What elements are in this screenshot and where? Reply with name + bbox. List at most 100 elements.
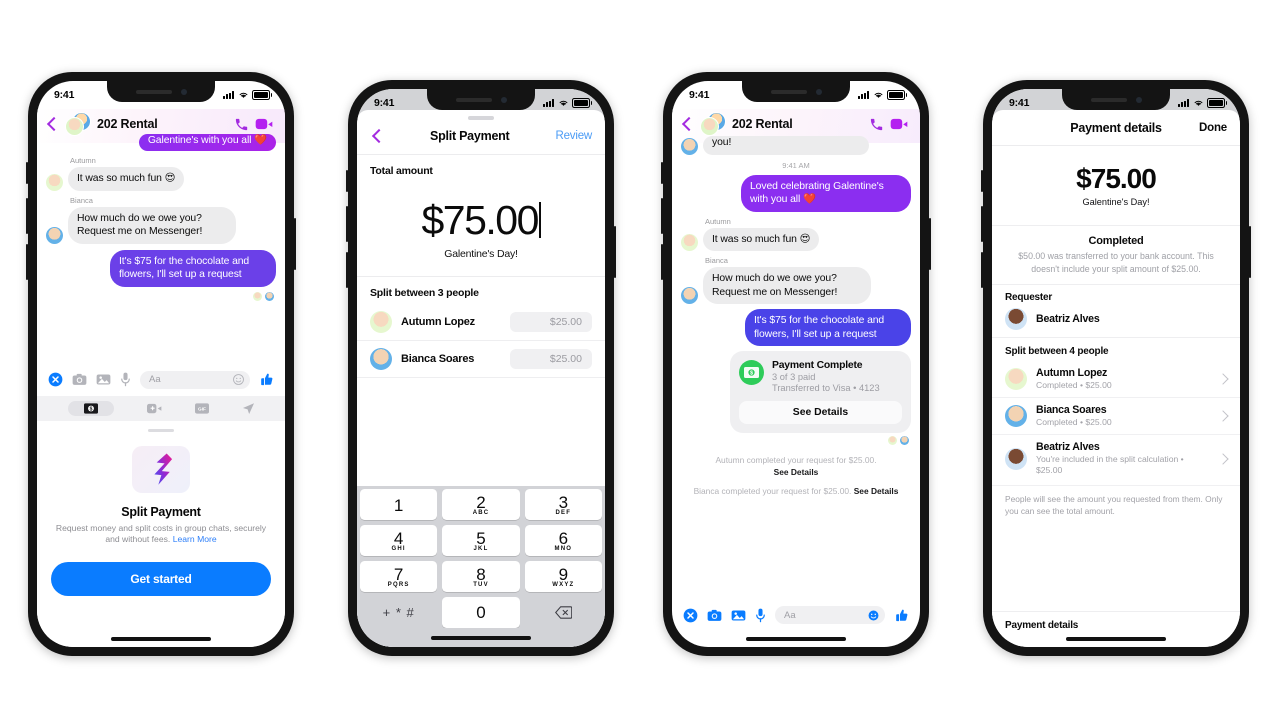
bottom-label: Payment details bbox=[1005, 620, 1079, 631]
chat-title: 202 Rental bbox=[732, 117, 793, 131]
split-person-row[interactable]: Autumn Lopez $25.00 bbox=[357, 304, 605, 341]
close-icon[interactable] bbox=[48, 372, 63, 387]
microphone-icon[interactable] bbox=[120, 372, 131, 387]
message-input[interactable]: Aa bbox=[775, 606, 885, 624]
status-time: 9:41 bbox=[689, 89, 710, 101]
split-person-row[interactable]: Beatriz Alves You're included in the spl… bbox=[992, 434, 1240, 482]
requester-label: Requester bbox=[1005, 292, 1053, 303]
chevron-right-icon[interactable] bbox=[1217, 410, 1229, 422]
split-person-row[interactable]: Bianca Soares Completed • $25.00 bbox=[992, 397, 1240, 434]
close-icon[interactable] bbox=[683, 608, 698, 623]
review-button[interactable]: Review bbox=[555, 130, 592, 142]
camera-icon[interactable] bbox=[72, 373, 87, 386]
key-5[interactable]: 5 JKL bbox=[442, 525, 520, 556]
split-person-row[interactable]: Bianca Soares $25.00 bbox=[357, 341, 605, 378]
requester-header: Requester bbox=[992, 284, 1240, 305]
phone-4-screen: 9:41 Payment details Done $75.00 Galenti… bbox=[992, 89, 1240, 647]
key-2[interactable]: 2 ABC bbox=[442, 489, 520, 520]
message-text: It was so much fun 😍 bbox=[703, 227, 820, 251]
amount-display[interactable]: $75.00 Galentine's Day! bbox=[357, 177, 605, 277]
notch bbox=[742, 81, 850, 102]
microphone-icon[interactable] bbox=[755, 608, 766, 623]
bottom-section: Payment details bbox=[992, 611, 1240, 631]
key-9[interactable]: 9 WXYZ bbox=[524, 561, 602, 592]
gallery-icon[interactable] bbox=[96, 373, 111, 386]
phone-4-frame: 9:41 Payment details Done $75.00 Galenti… bbox=[981, 80, 1251, 656]
chevron-right-icon[interactable] bbox=[1217, 373, 1229, 385]
done-button[interactable]: Done bbox=[1199, 122, 1227, 134]
video-camera-icon[interactable] bbox=[890, 117, 909, 131]
thumbs-up-icon[interactable] bbox=[894, 608, 909, 623]
location-icon[interactable] bbox=[242, 402, 255, 415]
key-letters: ABC bbox=[472, 509, 490, 516]
person-status: Completed • $25.00 bbox=[1036, 417, 1112, 427]
key-8[interactable]: 8 TUV bbox=[442, 561, 520, 592]
person-amount[interactable]: $25.00 bbox=[510, 348, 592, 369]
composer-bar: Aa bbox=[37, 364, 285, 396]
status-badge: Completed bbox=[1088, 235, 1144, 247]
emoji-icon[interactable] bbox=[233, 374, 244, 385]
key-3[interactable]: 3 DEF bbox=[524, 489, 602, 520]
video-camera-icon[interactable] bbox=[255, 117, 274, 131]
see-details-link[interactable]: See Details bbox=[854, 486, 899, 496]
message-input[interactable]: Aa bbox=[140, 370, 250, 389]
key-0[interactable]: 0 bbox=[442, 597, 520, 628]
tab-payments[interactable]: $ bbox=[67, 400, 114, 416]
avatar bbox=[46, 173, 63, 191]
gif-icon[interactable]: GIF bbox=[194, 402, 209, 414]
key-digit: 0 bbox=[476, 603, 486, 622]
group-avatar[interactable] bbox=[65, 112, 91, 136]
split-footer-note: People will see the amount you requested… bbox=[992, 485, 1240, 517]
payment-complete-card[interactable]: $ Payment Complete 3 of 3 paid Transferr… bbox=[730, 351, 911, 433]
memo-text[interactable]: Galentine's Day! bbox=[357, 248, 605, 260]
notch bbox=[107, 81, 215, 102]
key-backspace[interactable] bbox=[525, 597, 602, 628]
see-details-link[interactable]: See Details bbox=[774, 467, 819, 477]
key-symbols[interactable]: + * # bbox=[360, 597, 437, 628]
key-digit: 2 bbox=[476, 492, 486, 512]
battery-icon bbox=[887, 90, 907, 100]
key-6[interactable]: 6 MNO bbox=[524, 525, 602, 556]
requester-name: Beatriz Alves bbox=[1036, 313, 1100, 325]
video-add-icon[interactable] bbox=[146, 403, 162, 414]
phone-call-icon[interactable] bbox=[234, 117, 249, 132]
system-log-text: Bianca completed your request for $25.00… bbox=[693, 486, 852, 496]
phone-1-frame: 9:41 202 Rental Galentine's with you all… bbox=[26, 72, 296, 656]
see-details-button[interactable]: See Details bbox=[739, 401, 902, 424]
key-letters: JKL bbox=[473, 545, 489, 552]
page-title: Split Payment bbox=[430, 128, 510, 143]
split-person-row[interactable]: Autumn Lopez Completed • $25.00 bbox=[992, 361, 1240, 397]
system-log-message: Bianca completed your request for $25.00… bbox=[681, 485, 911, 497]
key-1[interactable]: 1 bbox=[360, 489, 438, 520]
gallery-icon[interactable] bbox=[731, 609, 746, 622]
back-chevron-icon[interactable] bbox=[45, 117, 59, 131]
key-7[interactable]: 7 PQRS bbox=[360, 561, 438, 592]
sheet-grabber[interactable] bbox=[148, 428, 174, 432]
message-thread[interactable]: you! 9:41 AM Loved celebrating Galentine… bbox=[672, 136, 920, 599]
numeric-keypad[interactable]: 1 2 ABC 3 DEF 4 GHI 5 JKL 6 MNO 7 PQRS 8 TUV 9W… bbox=[357, 486, 605, 628]
key-4[interactable]: 4 GHI bbox=[360, 525, 438, 556]
avatar bbox=[888, 436, 897, 445]
wifi-icon bbox=[559, 100, 567, 106]
key-digit: 7 bbox=[393, 564, 404, 584]
person-amount[interactable]: $25.00 bbox=[510, 311, 592, 332]
split-payment-sheet: Split Payment Request money and split co… bbox=[37, 420, 285, 647]
back-chevron-icon[interactable] bbox=[680, 117, 694, 131]
split-payment-dollar-icon bbox=[132, 445, 190, 493]
thumbs-up-icon[interactable] bbox=[259, 372, 274, 387]
get-started-button[interactable]: Get started bbox=[51, 561, 271, 596]
amount-summary: $75.00 Galentine's Day! bbox=[992, 146, 1240, 226]
phone-call-icon[interactable] bbox=[869, 117, 884, 132]
learn-more-link[interactable]: Learn More bbox=[173, 534, 217, 544]
message-sender-name: Bianca bbox=[705, 256, 728, 265]
group-avatar[interactable] bbox=[700, 112, 726, 136]
avatar bbox=[46, 226, 63, 244]
camera-icon[interactable] bbox=[707, 609, 722, 622]
back-chevron-icon[interactable] bbox=[370, 129, 384, 143]
key-digit: 1 bbox=[393, 495, 404, 515]
emoji-icon[interactable] bbox=[868, 610, 879, 621]
chevron-right-icon[interactable] bbox=[1217, 452, 1229, 465]
wifi-icon bbox=[1194, 100, 1202, 106]
message-thread[interactable]: Galentine's with you all ❤️ Autumn It wa… bbox=[37, 134, 285, 364]
message-row: It's $75 for the chocolate and flowers, … bbox=[681, 309, 911, 346]
